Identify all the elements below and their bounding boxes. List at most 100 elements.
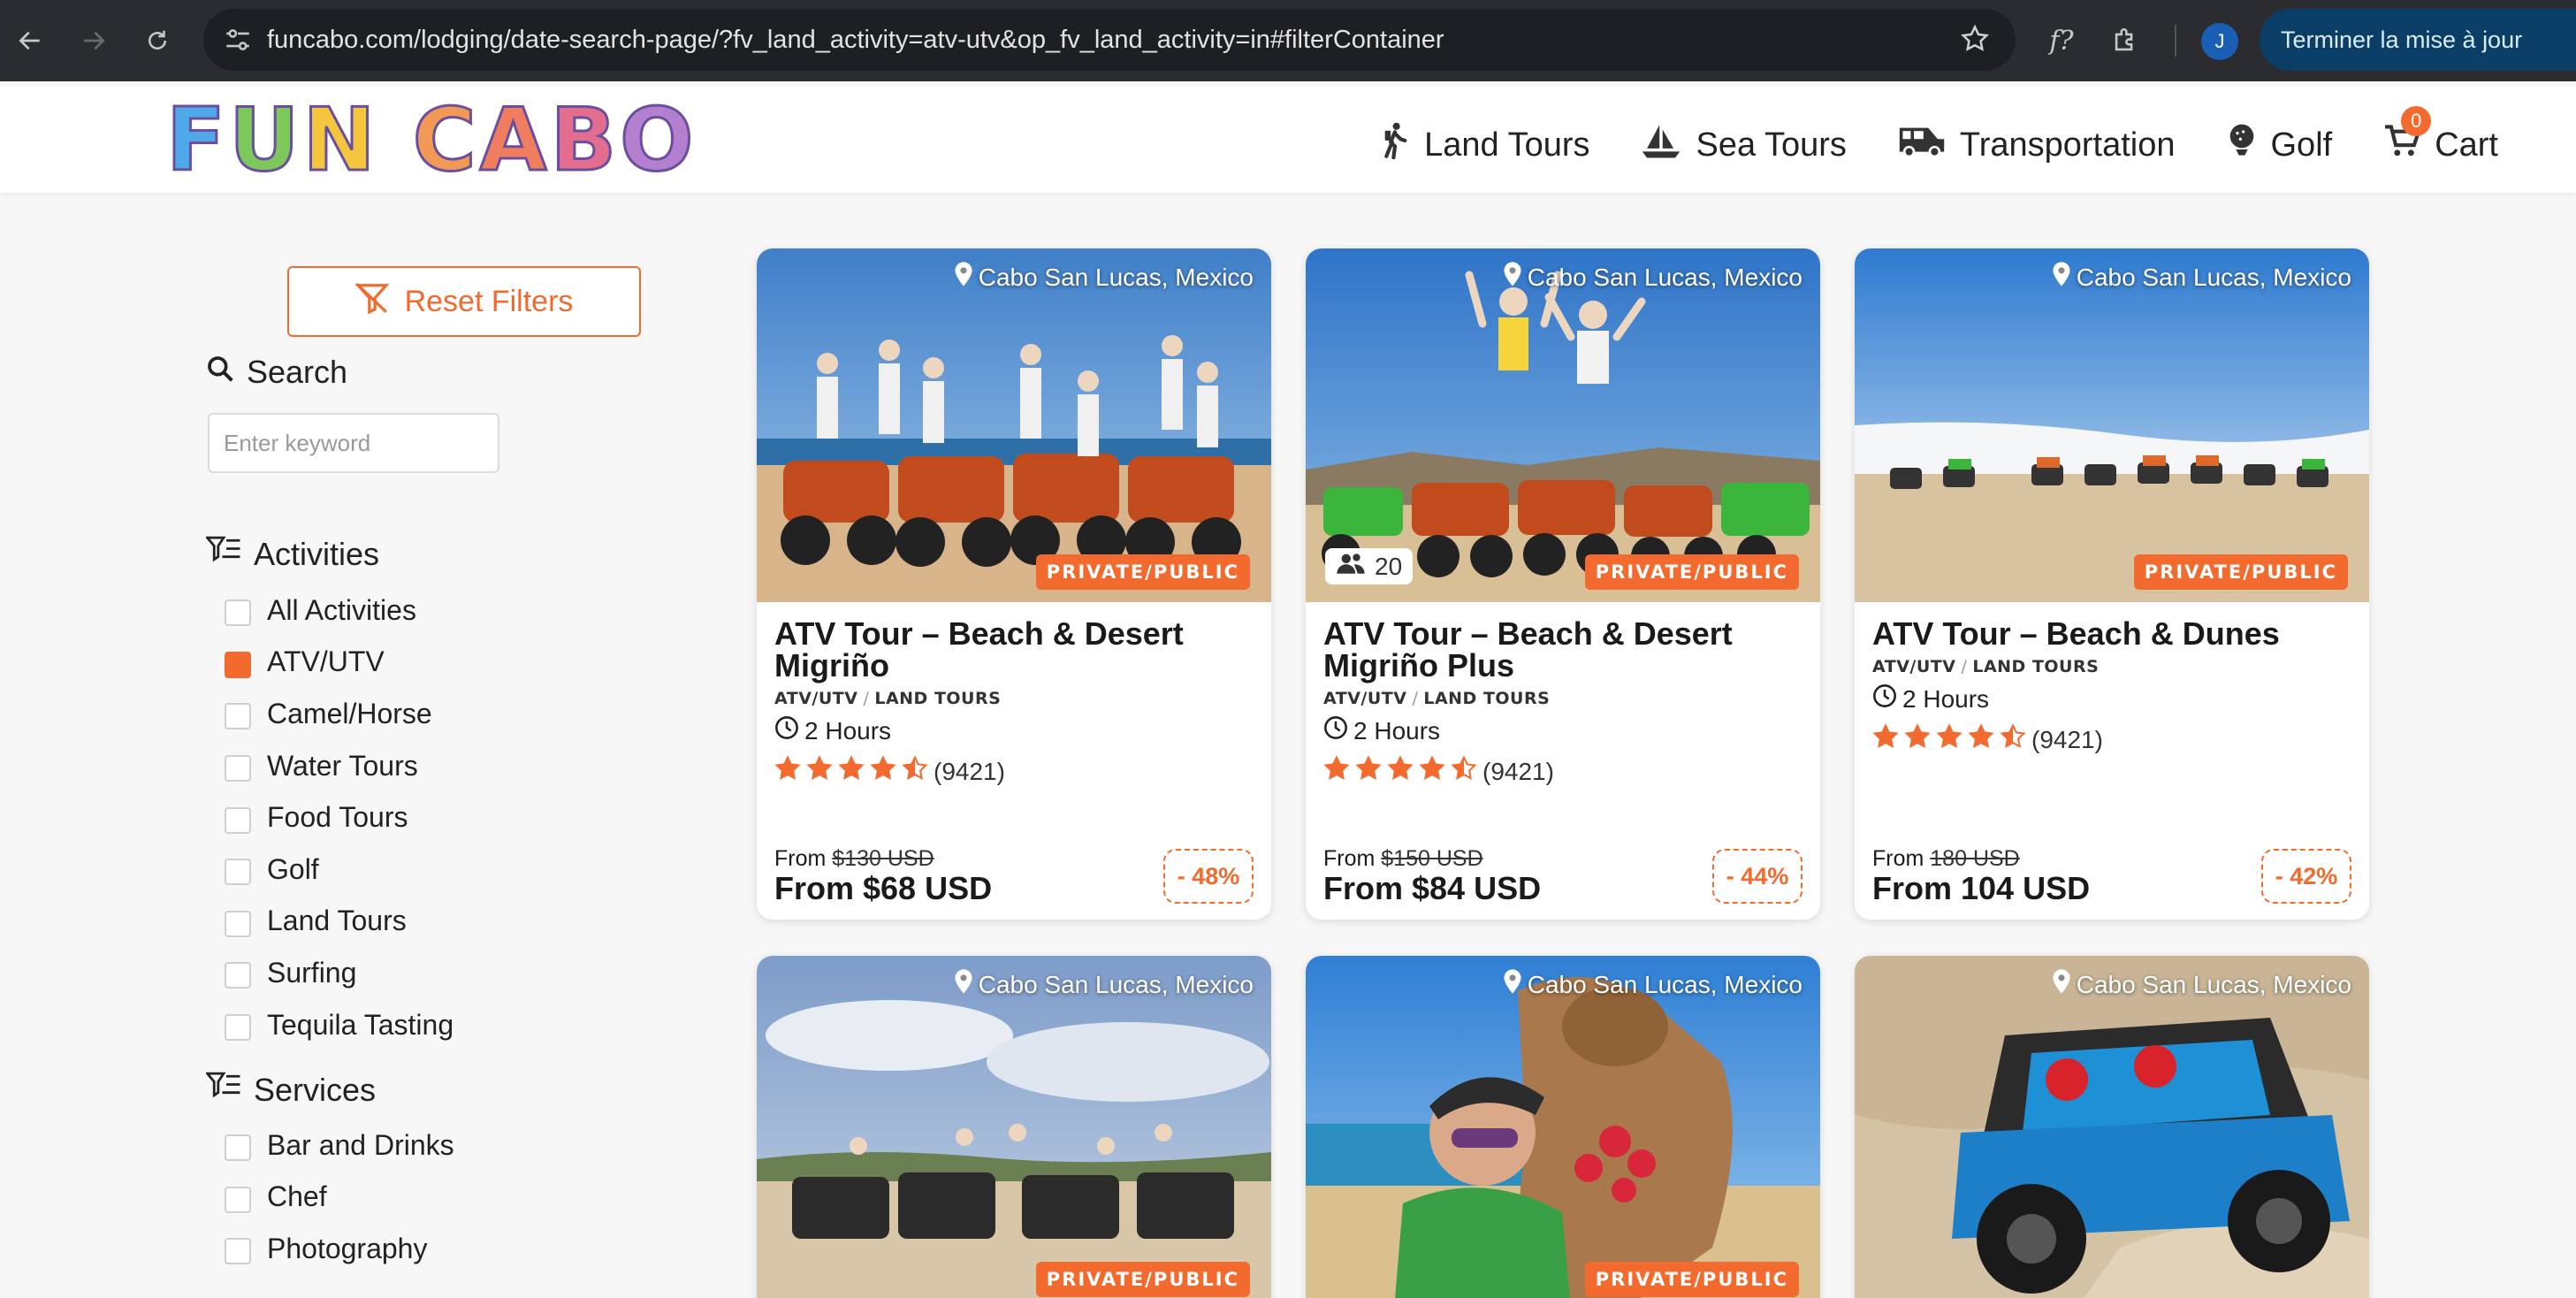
tour-title[interactable]: ATV Tour – Beach & Dunes — [1872, 618, 2351, 650]
tour-card[interactable]: Cabo San Lucas, Mexico PRIVATE/PUBLIC — [1306, 956, 1820, 1298]
checkbox[interactable] — [225, 962, 251, 989]
review-count: (9421) — [2031, 725, 2103, 753]
star-rating — [1323, 755, 1477, 788]
tour-card[interactable]: Cabo San Lucas, Mexico PRIVATE/PUBLIC AT… — [1855, 248, 2369, 920]
location-text: Cabo San Lucas, Mexico — [978, 263, 1254, 291]
checkbox-label: Land Tours — [267, 905, 407, 937]
tour-card[interactable]: Cabo San Lucas, Mexico PRIVATE/PUBLIC — [757, 956, 1271, 1298]
category-tag[interactable]: LAND TOURS — [1972, 657, 2099, 676]
tour-photo[interactable]: Cabo San Lucas, Mexico PRIVATE/PUBLIC — [757, 956, 1271, 1298]
tour-photo[interactable]: Cabo San Lucas, Mexico — [1855, 956, 2369, 1298]
tour-title-line: ATV Tour – Beach & Dunes — [1872, 615, 2280, 652]
service-bar-and-drinks[interactable]: Bar and Drinks — [225, 1119, 454, 1172]
site-settings-icon[interactable] — [223, 24, 253, 59]
star-full-icon — [1904, 723, 1931, 756]
star-full-icon — [1872, 723, 1899, 756]
clock-icon — [1872, 683, 1897, 714]
checkbox-label: Food Tours — [267, 801, 408, 834]
checkbox-label: Tequila Tasting — [267, 1008, 454, 1041]
duration-text: 2 Hours — [804, 716, 892, 744]
star-full-icon — [870, 755, 896, 788]
checkbox-checked[interactable] — [225, 651, 251, 678]
discount-badge: - 48% — [1163, 849, 1254, 904]
strikethrough-price: $130 USD — [832, 846, 934, 871]
sale-price: From 104 USD — [1872, 870, 2091, 906]
activities-title: Activities — [254, 535, 380, 572]
location-label: Cabo San Lucas, Mexico — [2052, 968, 2351, 1001]
activity-land-tours[interactable]: Land Tours — [225, 896, 453, 948]
tour-title[interactable]: ATV Tour – Beach & Desert Migriño — [774, 618, 1254, 682]
category-tag[interactable]: LAND TOURS — [1423, 689, 1550, 708]
tour-title-line: ATV Tour – Beach & Desert — [774, 615, 1184, 652]
shuttle-icon — [1898, 123, 1946, 167]
checkbox[interactable] — [225, 1186, 251, 1213]
category-tag[interactable]: LAND TOURS — [874, 689, 1001, 708]
reset-filters-button[interactable]: Reset Filters — [287, 266, 641, 337]
clock-icon — [774, 715, 799, 746]
tour-photo[interactable]: Cabo San Lucas, Mexico PRIVATE/PUBLIC — [1855, 248, 2369, 602]
star-full-icon — [1355, 755, 1382, 788]
reload-icon[interactable] — [136, 19, 179, 62]
checkbox[interactable] — [225, 806, 251, 834]
service-photography[interactable]: Photography — [225, 1223, 454, 1275]
nav-label: Transportation — [1959, 126, 2176, 164]
category-tag[interactable]: ATV/UTV — [1323, 689, 1406, 708]
activity-camel-horse[interactable]: Camel/Horse — [225, 688, 453, 740]
checkbox-label: Chef — [267, 1180, 327, 1213]
tour-card[interactable]: Cabo San Lucas, Mexico 20 PRIVATE/PUBLIC… — [1306, 248, 1820, 920]
checkbox[interactable] — [225, 1014, 251, 1042]
nav-golf[interactable]: Golf — [2227, 123, 2332, 167]
private-public-badge: PRIVATE/PUBLIC — [1584, 1262, 1799, 1297]
activity-surfing[interactable]: Surfing — [225, 947, 453, 999]
activity-all[interactable]: All Activities — [225, 584, 453, 637]
nav-land-tours[interactable]: Land Tours — [1380, 122, 1589, 168]
tour-photo[interactable]: Cabo San Lucas, Mexico PRIVATE/PUBLIC — [1306, 956, 1820, 1298]
formula-extension-icon[interactable]: f? — [2040, 19, 2083, 62]
checkbox[interactable] — [225, 1238, 251, 1265]
checkbox[interactable] — [225, 1134, 251, 1162]
activity-water-tours[interactable]: Water Tours — [225, 740, 453, 792]
star-full-icon — [1323, 755, 1350, 788]
address-bar[interactable]: funcabo.com/lodging/date-search-page/?fv… — [203, 9, 2016, 71]
bookmark-star-icon[interactable] — [1959, 23, 1991, 58]
profile-avatar[interactable]: J — [2201, 23, 2238, 60]
activity-food-tours[interactable]: Food Tours — [225, 791, 453, 844]
search-input[interactable] — [208, 413, 499, 473]
category-tag[interactable]: ATV/UTV — [774, 689, 857, 708]
checkbox[interactable] — [225, 599, 251, 627]
activity-tequila-tasting[interactable]: Tequila Tasting — [225, 999, 453, 1051]
checkbox-label: Bar and Drinks — [267, 1128, 454, 1161]
site-header: FUN CABO Land Tours Sea Tours Transporta… — [0, 87, 2576, 193]
activity-golf[interactable]: Golf — [225, 844, 453, 896]
star-full-icon — [774, 755, 801, 788]
category-tag[interactable]: ATV/UTV — [1872, 657, 1955, 676]
back-icon[interactable] — [9, 19, 51, 62]
tour-title[interactable]: ATV Tour – Beach & Desert Migriño Plus — [1323, 618, 1802, 682]
tour-card[interactable]: Cabo San Lucas, Mexico PRIVATE/PUBLIC AT… — [757, 248, 1271, 920]
checkbox[interactable] — [225, 859, 251, 886]
checkbox[interactable] — [225, 703, 251, 730]
location-label: Cabo San Lucas, Mexico — [1503, 968, 1802, 1001]
nav-cart[interactable]: 0 Cart — [2383, 106, 2498, 166]
funcabo-logo[interactable]: FUN CABO — [165, 89, 697, 193]
tour-categories: ATV/UTV / LAND TOURS — [774, 689, 1002, 708]
map-pin-icon — [954, 968, 973, 1001]
nav-sea-tours[interactable]: Sea Tours — [1641, 123, 1847, 167]
discount-badge: - 42% — [2261, 849, 2351, 904]
original-price: From $130 USD — [774, 846, 934, 871]
activity-atv-utv[interactable]: ATV/UTV — [225, 637, 453, 689]
star-half-icon — [2000, 723, 2026, 756]
nav-label: Land Tours — [1424, 126, 1590, 164]
tour-photo[interactable]: Cabo San Lucas, Mexico 20 PRIVATE/PUBLIC — [1306, 248, 1820, 602]
service-chef[interactable]: Chef — [225, 1172, 454, 1224]
checkbox[interactable] — [225, 910, 251, 937]
services-heading: Services — [204, 1071, 376, 1109]
forward-icon[interactable] — [72, 19, 115, 62]
extensions-puzzle-icon[interactable] — [2104, 19, 2146, 62]
checkbox[interactable] — [225, 755, 251, 783]
tour-card[interactable]: Cabo San Lucas, Mexico — [1855, 956, 2369, 1298]
url-text[interactable]: funcabo.com/lodging/date-search-page/?fv… — [267, 9, 1444, 71]
tour-photo[interactable]: Cabo San Lucas, Mexico PRIVATE/PUBLIC — [757, 248, 1271, 602]
update-browser-button[interactable]: Terminer la mise à jour — [2260, 9, 2576, 71]
nav-transportation[interactable]: Transportation — [1898, 123, 2176, 167]
